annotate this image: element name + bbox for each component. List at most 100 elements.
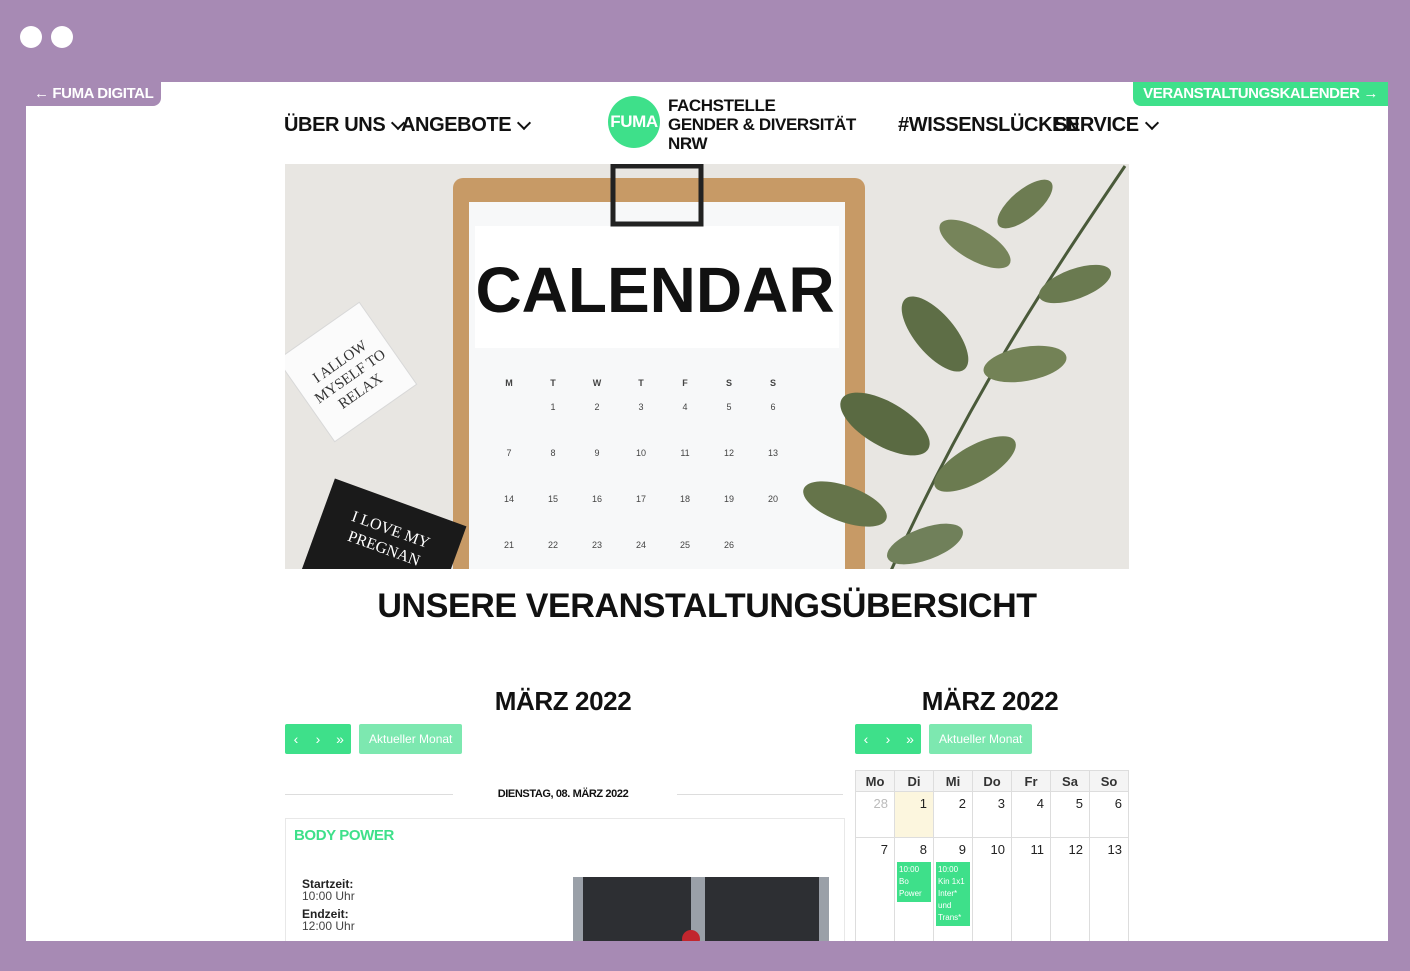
hero-day: 2 (594, 402, 599, 412)
calendar-word: CALENDAR (475, 254, 834, 326)
day-number: 13 (1107, 842, 1122, 857)
hero-day: 10 (636, 448, 646, 458)
hero-day: 17 (636, 494, 646, 504)
overview-title: UNSERE VERANSTALTUNGSÜBERSICHT (377, 587, 1037, 625)
fuma-digital-link[interactable]: ← FUMA DIGITAL (26, 82, 162, 106)
hero-weekday: T (550, 378, 556, 388)
start-value: 10:00 Uhr (302, 889, 355, 903)
hero-day: 13 (768, 448, 778, 458)
month-nav-group: ‹ › » (855, 724, 921, 754)
divider (677, 794, 843, 795)
weekday-header: Di (894, 770, 934, 792)
event-photo (573, 877, 829, 941)
weekday-header: Fr (1011, 770, 1051, 792)
day-cell[interactable]: 8 10:00 Bo Power (894, 837, 934, 941)
grid-calendar-title: MÄRZ 2022 (921, 686, 1059, 716)
day-cell[interactable]: 2 (933, 791, 973, 838)
day-cell[interactable]: 5 (1050, 791, 1090, 838)
day-number: 12 (1068, 842, 1083, 857)
hero-weekday: W (593, 378, 602, 388)
month-nav-group: ‹ › » (285, 724, 351, 754)
prev-month-button[interactable]: ‹ (855, 731, 877, 747)
hero-day: 12 (724, 448, 734, 458)
nav-label: SERVICE (1054, 114, 1139, 136)
last-month-button[interactable]: » (899, 731, 921, 747)
day-cell[interactable]: 13 (1089, 837, 1129, 941)
prev-month-button[interactable]: ‹ (285, 731, 307, 747)
nav-service[interactable]: SERVICE (1054, 114, 1159, 137)
current-month-button[interactable]: Aktueller Monat (929, 724, 1033, 754)
chevron-down-icon (1144, 115, 1159, 130)
hero-day: 24 (636, 540, 646, 550)
day-cell[interactable]: 11 (1011, 837, 1051, 941)
month-grid: Mo Di Mi Do Fr Sa So 28 1 2 3 4 5 6 7 8 … (855, 770, 1129, 941)
day-cell[interactable]: 4 (1011, 791, 1051, 838)
current-month-button[interactable]: Aktueller Monat (359, 724, 463, 754)
day-number: 10 (990, 842, 1005, 857)
hero-day: 21 (504, 540, 514, 550)
day-cell[interactable]: 10 (972, 837, 1012, 941)
logo-text[interactable]: FACHSTELLE GENDER & DIVERSITÄT NRW (668, 96, 856, 153)
day-cell[interactable]: 12 (1050, 837, 1090, 941)
day-cell[interactable]: 9 10:00 Kin 1x1 Inter* und Trans* (933, 837, 973, 941)
event-image (573, 877, 829, 941)
nav-label: #WISSENSLÜCKEN (898, 114, 1080, 136)
event-card[interactable]: BODY POWER Startzeit: 10:00 Uhr Endzeit:… (285, 818, 845, 941)
day-number: 9 (958, 842, 966, 857)
hero-day: 20 (768, 494, 778, 504)
hero-day: 6 (770, 402, 775, 412)
hero-day: 8 (550, 448, 555, 458)
hero-weekday: M (505, 378, 513, 388)
hero-day: 5 (726, 402, 731, 412)
day-cell[interactable]: 3 (972, 791, 1012, 838)
day-number: 11 (1030, 842, 1045, 857)
weekday-header: Do (972, 770, 1012, 792)
logo-line: GENDER & DIVERSITÄT (668, 115, 856, 134)
veranstaltungskalender-link[interactable]: VERANSTALTUNGSKALENDER → (1133, 82, 1388, 106)
next-month-button[interactable]: › (307, 731, 329, 747)
hero-day: 7 (506, 448, 511, 458)
nav-wissensluecken[interactable]: #WISSENSLÜCKEN (898, 114, 1079, 137)
web-page: ← FUMA DIGITAL VERANSTALTUNGSKALENDER → … (26, 82, 1388, 941)
nav-label: ÜBER UNS (284, 114, 386, 136)
event-chip[interactable]: 10:00 Bo Power (897, 862, 931, 902)
calendar-photo: CALENDAR M T W T F S S1 2 3 4 5 67 8 9 10 11 12 1314 15 16 1… (285, 164, 1129, 569)
nav-angebote[interactable]: ANGEBOTE (401, 114, 532, 137)
day-cell[interactable]: 7 (855, 837, 895, 941)
hero-day: 16 (592, 494, 602, 504)
event-title[interactable]: BODY POWER (294, 827, 394, 844)
next-month-button[interactable]: › (877, 731, 899, 747)
hero-weekday: T (638, 378, 644, 388)
weekday-header: So (1089, 770, 1129, 792)
window-dot-2[interactable] (51, 26, 73, 48)
hero-day: 18 (680, 494, 690, 504)
chevron-down-icon (517, 115, 532, 130)
window-dot-1[interactable] (20, 26, 42, 48)
hero-day: 4 (682, 402, 687, 412)
nav-ueber-uns[interactable]: ÜBER UNS (284, 114, 406, 137)
day-cell-today[interactable]: 1 (894, 791, 934, 838)
day-cell[interactable]: 28 (855, 791, 895, 838)
logo-line: FACHSTELLE (668, 96, 776, 115)
hero-day: 11 (680, 448, 689, 458)
logo-line: NRW (668, 134, 708, 153)
hero-day: 14 (504, 494, 514, 504)
hero-day: 3 (638, 402, 643, 412)
hero-day: 23 (592, 540, 602, 550)
weekday-header: Sa (1050, 770, 1090, 792)
last-month-button[interactable]: » (329, 731, 351, 747)
end-value: 12:00 Uhr (302, 919, 355, 933)
weekday-header: Mi (933, 770, 973, 792)
event-chip[interactable]: 10:00 Kin 1x1 Inter* und Trans* (936, 862, 970, 926)
hero-day: 1 (550, 402, 555, 412)
weekday-header: Mo (855, 770, 895, 792)
day-cell[interactable]: 6 (1089, 791, 1129, 838)
day-number: 7 (880, 842, 888, 857)
hero-day: 19 (724, 494, 734, 504)
hero-day: 9 (594, 448, 599, 458)
hero-weekday: S (726, 378, 732, 388)
hero-weekday: F (682, 378, 688, 388)
fuma-logo[interactable]: FUMA (608, 96, 660, 148)
list-calendar-title: MÄRZ 2022 (494, 686, 632, 716)
nav-label: ANGEBOTE (401, 114, 512, 136)
